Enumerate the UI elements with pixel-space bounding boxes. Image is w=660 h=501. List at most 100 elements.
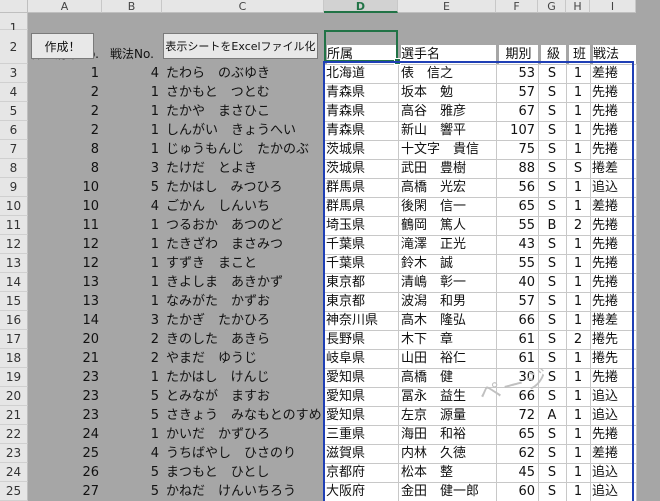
cell-group[interactable]: 1 (566, 273, 590, 292)
cell-pref-no[interactable]: 10 (28, 197, 102, 216)
cell-term[interactable]: 65 (496, 425, 538, 444)
cell-tactic-no[interactable]: 1 (102, 254, 162, 273)
row-header-13[interactable]: 13 (0, 254, 28, 273)
column-header-b[interactable]: B (102, 0, 162, 13)
cell-tactic[interactable]: 先捲 (592, 273, 636, 292)
cell-term[interactable]: 56 (496, 178, 538, 197)
cell-group[interactable]: 1 (566, 197, 590, 216)
cell-grade[interactable]: S (538, 273, 566, 292)
row-header-5[interactable]: 5 (0, 102, 28, 121)
cell-affiliation[interactable]: 群馬県 (326, 197, 398, 216)
row-header-3[interactable]: 3 (0, 64, 28, 83)
cell-term[interactable]: 55 (496, 216, 538, 235)
cell-tactic-no[interactable]: 5 (102, 178, 162, 197)
cell-group[interactable]: 1 (566, 102, 590, 121)
row-header-19[interactable]: 19 (0, 368, 28, 387)
cell-term[interactable]: 67 (496, 102, 538, 121)
cell-player-name[interactable]: 高橋 光宏 (401, 178, 496, 197)
cell-tactic-no[interactable]: 1 (102, 292, 162, 311)
cell-grade[interactable]: S (538, 444, 566, 463)
header-term[interactable]: 期別 (499, 45, 538, 64)
header-tactic-no[interactable]: 戦法No. (102, 45, 162, 64)
cell-group[interactable]: 1 (566, 349, 590, 368)
cell-tactic-no[interactable]: 4 (102, 197, 162, 216)
cell-grade[interactable]: S (538, 292, 566, 311)
cell-group[interactable]: 1 (566, 311, 590, 330)
cell-term[interactable]: 45 (496, 463, 538, 482)
cell-term[interactable]: 55 (496, 254, 538, 273)
cell-term[interactable]: 57 (496, 83, 538, 102)
cell-player-name[interactable]: 内林 久徳 (401, 444, 496, 463)
cell-group[interactable]: 1 (566, 121, 590, 140)
cell-group[interactable]: 1 (566, 83, 590, 102)
cell-term[interactable]: 65 (496, 197, 538, 216)
cell-affiliation[interactable]: 長野県 (326, 330, 398, 349)
cell-furigana[interactable]: きよしま あきかず (166, 273, 324, 292)
cell-affiliation[interactable]: 愛知県 (326, 368, 398, 387)
row-header-20[interactable]: 20 (0, 387, 28, 406)
cell-tactic-no[interactable]: 1 (102, 235, 162, 254)
cell-term[interactable]: 57 (496, 292, 538, 311)
cell-tactic[interactable]: 先捲 (592, 254, 636, 273)
cell-player-name[interactable]: 波潟 和男 (401, 292, 496, 311)
row-header-18[interactable]: 18 (0, 349, 28, 368)
cell-pref-no[interactable]: 13 (28, 292, 102, 311)
row-header-15[interactable]: 15 (0, 292, 28, 311)
cell-pref-no[interactable]: 20 (28, 330, 102, 349)
cell-tactic[interactable]: 差捲 (592, 64, 636, 83)
cell-affiliation[interactable]: 岐阜県 (326, 349, 398, 368)
cell-player-name[interactable]: 武田 豊樹 (401, 159, 496, 178)
cell-affiliation[interactable]: 神奈川県 (326, 311, 398, 330)
cell-furigana[interactable]: かいだ かずひろ (166, 425, 324, 444)
cell-tactic-no[interactable]: 1 (102, 273, 162, 292)
cell-pref-no[interactable]: 12 (28, 254, 102, 273)
cell-tactic-no[interactable]: 1 (102, 425, 162, 444)
cell-affiliation[interactable]: 大阪府 (326, 482, 398, 501)
cell-affiliation[interactable]: 三重県 (326, 425, 398, 444)
cell-player-name[interactable]: 木下 章 (401, 330, 496, 349)
cell-tactic-no[interactable]: 1 (102, 121, 162, 140)
cell-tactic-no[interactable]: 3 (102, 311, 162, 330)
cell-tactic-no[interactable]: 2 (102, 330, 162, 349)
cell-tactic[interactable]: 追込 (592, 406, 636, 425)
cell-group[interactable]: 1 (566, 406, 590, 425)
row-header-10[interactable]: 10 (0, 197, 28, 216)
cell-grade[interactable]: A (538, 406, 566, 425)
cell-tactic[interactable]: 先捲 (592, 235, 636, 254)
cell-grade[interactable]: S (538, 311, 566, 330)
cell-tactic[interactable]: 先捲 (592, 425, 636, 444)
cell-group[interactable]: 1 (566, 254, 590, 273)
cell-player-name[interactable]: 金田 健一郎 (401, 482, 496, 501)
cell-furigana[interactable]: さきょう みなもとのすめ (166, 406, 324, 425)
cell-group[interactable]: 2 (566, 216, 590, 235)
cell-tactic-no[interactable]: 5 (102, 463, 162, 482)
cell-pref-no[interactable]: 23 (28, 368, 102, 387)
column-header-c[interactable]: C (162, 0, 324, 13)
cell-pref-no[interactable]: 24 (28, 425, 102, 444)
cell-grade[interactable]: S (538, 482, 566, 501)
spreadsheet[interactable]: ABCDEFGHI 1 2 3 4 5 6 7 8 9 10 11 12 13 14 15 16 17 18 19 2… (0, 0, 660, 501)
cell-furigana[interactable]: とみなが ますお (166, 387, 324, 406)
cell-affiliation[interactable]: 群馬県 (326, 178, 398, 197)
cell-affiliation[interactable]: 滋賀県 (326, 444, 398, 463)
cell-affiliation[interactable]: 茨城県 (326, 159, 398, 178)
cell-grade[interactable]: S (538, 235, 566, 254)
cell-affiliation[interactable]: 京都府 (326, 463, 398, 482)
cell-furigana[interactable]: ごかん しんいち (166, 197, 324, 216)
cell-pref-no[interactable]: 13 (28, 273, 102, 292)
cell-tactic[interactable]: 追込 (592, 463, 636, 482)
cell-pref-no[interactable]: 12 (28, 235, 102, 254)
cell-pref-no[interactable]: 2 (28, 83, 102, 102)
cell-pref-no[interactable]: 10 (28, 178, 102, 197)
cell-term[interactable]: 88 (496, 159, 538, 178)
cell-furigana[interactable]: たかぎ たかひろ (166, 311, 324, 330)
cell-grade[interactable]: S (538, 178, 566, 197)
row-header-6[interactable]: 6 (0, 121, 28, 140)
cell-pref-no[interactable]: 8 (28, 159, 102, 178)
header-group[interactable]: 班 (569, 45, 590, 64)
cell-affiliation[interactable]: 千葉県 (326, 235, 398, 254)
cell-furigana[interactable]: じゅうもんじ たかのぶ (166, 140, 324, 159)
cell-furigana[interactable]: たきざわ まさみつ (166, 235, 324, 254)
cell-tactic-no[interactable]: 1 (102, 83, 162, 102)
cell-tactic[interactable]: 先捲 (592, 216, 636, 235)
